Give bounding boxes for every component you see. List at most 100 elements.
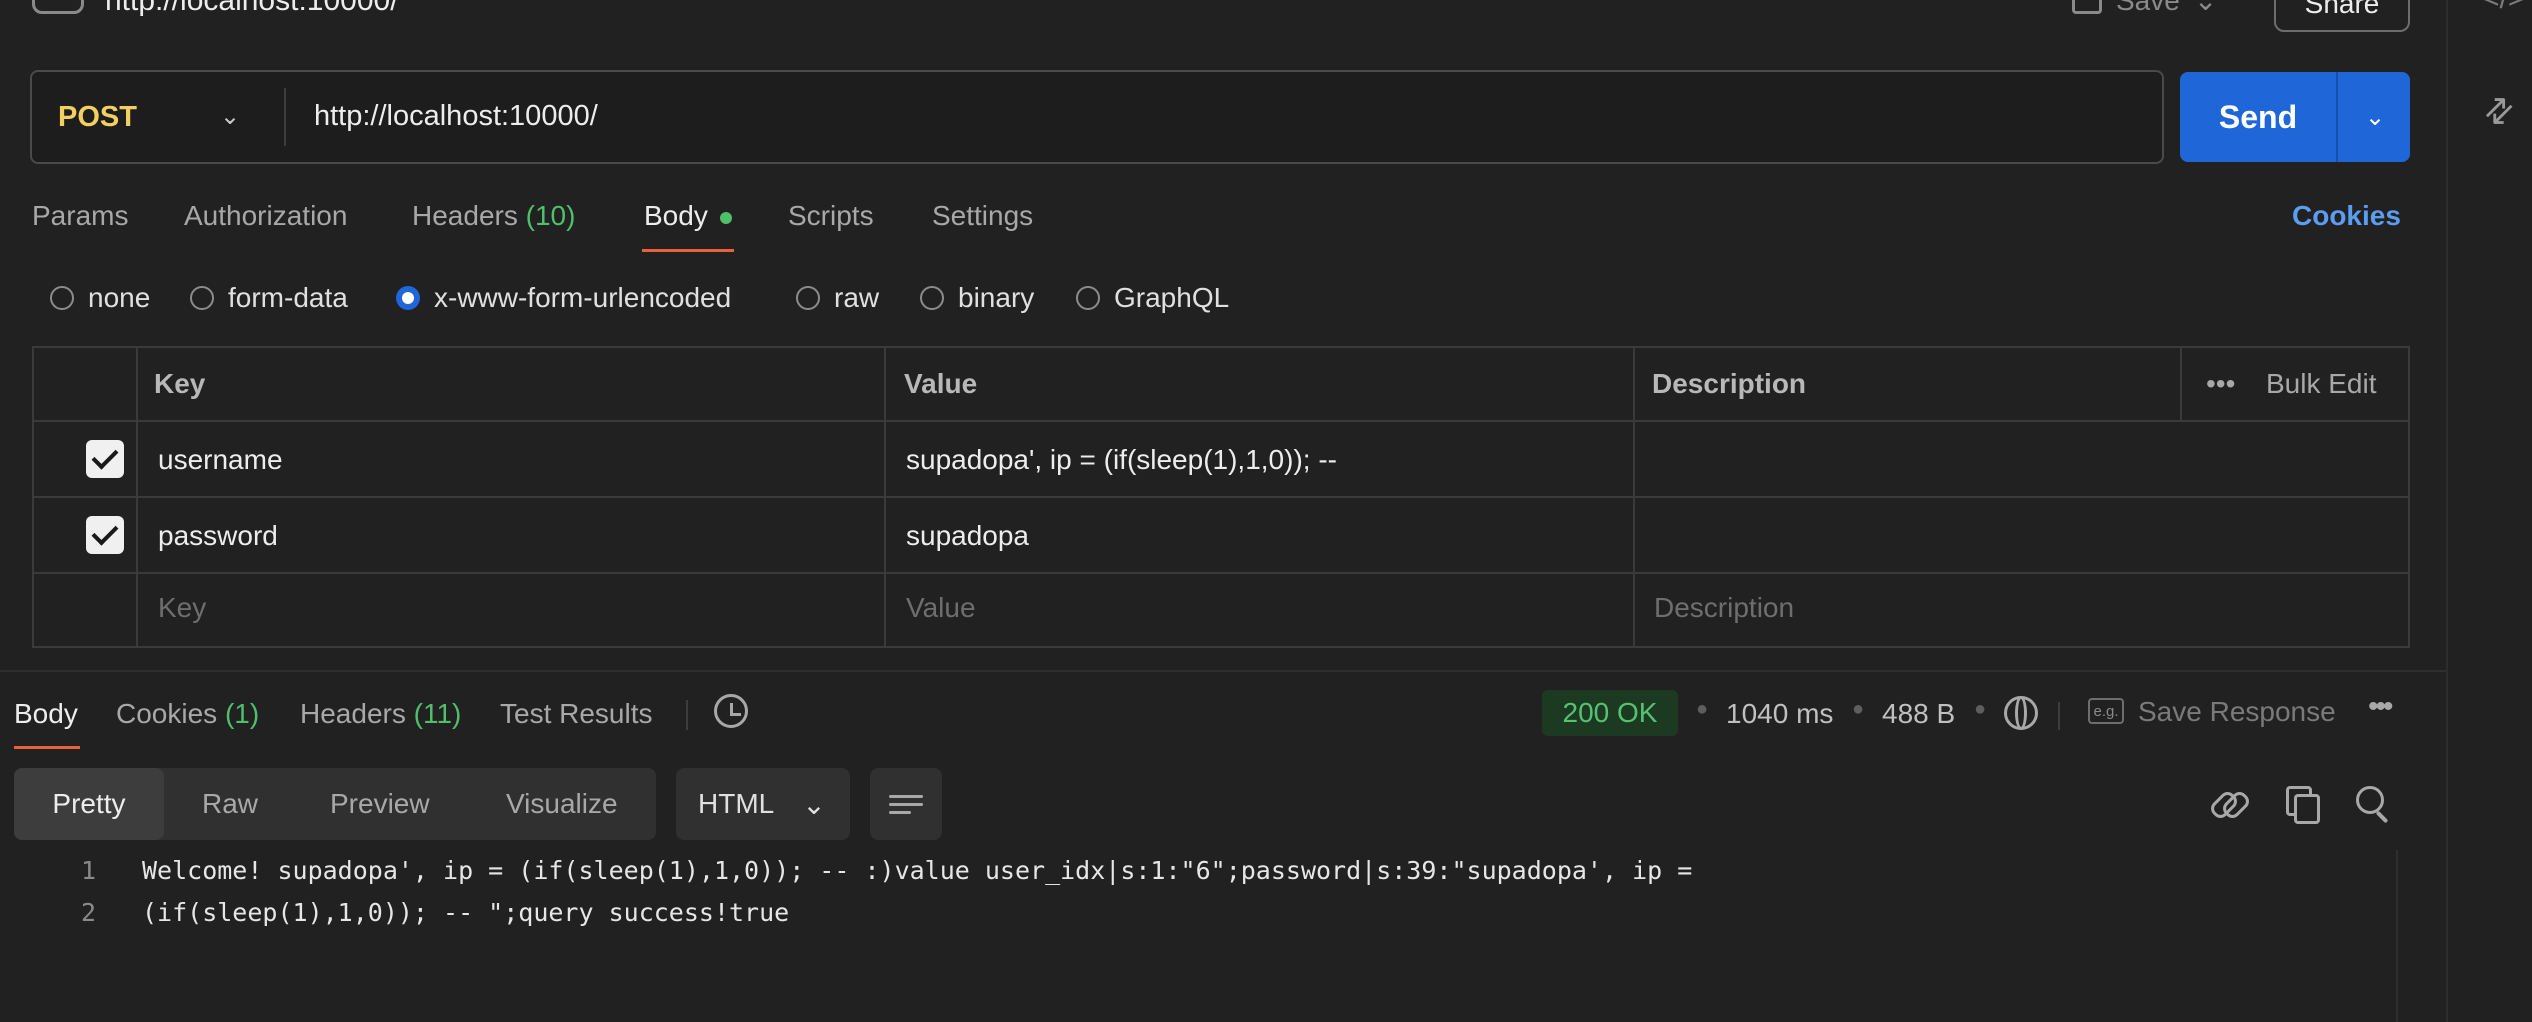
param-value[interactable]: supadopa', ip = (if(sleep(1),1,0)); --: [906, 444, 1337, 476]
format-select[interactable]: HTML ⌄: [676, 768, 850, 840]
radio-raw[interactable]: raw: [796, 282, 879, 314]
new-key-input[interactable]: Key: [158, 592, 206, 624]
tab-scripts[interactable]: Scripts: [788, 200, 874, 232]
save-disk-icon: [2072, 0, 2102, 14]
table-divider: [2180, 346, 2182, 422]
param-key[interactable]: password: [158, 520, 278, 552]
row-checkbox[interactable]: [86, 516, 124, 554]
tab-headers[interactable]: Headers (10): [412, 200, 575, 232]
param-value[interactable]: supadopa: [906, 520, 1029, 552]
radio-urlencoded-label: x-www-form-urlencoded: [434, 282, 732, 313]
copy-icon[interactable]: [2278, 782, 2320, 824]
history-icon[interactable]: [714, 694, 748, 728]
tab-headers-count: (10): [525, 200, 576, 231]
new-value-input[interactable]: Value: [906, 592, 976, 624]
save-dropdown-icon[interactable]: ⌄: [2194, 0, 2217, 17]
method-select[interactable]: POST: [58, 101, 137, 134]
tab-authorization[interactable]: Authorization: [184, 200, 347, 232]
share-button[interactable]: Share: [2274, 0, 2410, 32]
line-number: 2: [80, 898, 96, 927]
radio-none-label: none: [88, 282, 151, 313]
radio-form-data-label: form-data: [228, 282, 348, 313]
response-tab-headers[interactable]: Headers (11): [300, 698, 461, 730]
response-time[interactable]: 1040 ms: [1726, 698, 1833, 730]
meta-separator: [2058, 702, 2060, 730]
separator-dot: ●: [1696, 698, 1709, 720]
globe-icon[interactable]: [2004, 696, 2038, 730]
response-tab-cookies[interactable]: Cookies (1): [116, 698, 259, 730]
radio-icon: [796, 286, 820, 310]
view-mode-raw[interactable]: Raw: [202, 768, 258, 840]
response-line[interactable]: Welcome! supadopa', ip = (if(sleep(1),1,…: [142, 856, 1692, 885]
code-icon[interactable]: </>: [2482, 0, 2525, 16]
line-number: 1: [80, 856, 96, 885]
radio-form-data[interactable]: form-data: [190, 282, 348, 314]
url-divider: [284, 88, 286, 146]
response-tab-test-results[interactable]: Test Results: [500, 698, 653, 730]
scrollbar[interactable]: [2396, 850, 2398, 1022]
view-mode-visualize[interactable]: Visualize: [506, 768, 618, 840]
radio-graphql-label: GraphQL: [1114, 282, 1230, 313]
wrap-lines-icon-line: [889, 802, 923, 806]
radio-urlencoded[interactable]: x-www-form-urlencoded: [396, 282, 731, 314]
url-input[interactable]: http://localhost:10000/: [314, 100, 598, 133]
response-tab-body[interactable]: Body: [14, 698, 78, 730]
column-header-value: Value: [904, 368, 978, 399]
radio-icon: [190, 286, 214, 310]
active-response-tab-indicator: [14, 746, 80, 749]
tab-params[interactable]: Params: [32, 200, 128, 232]
table-row-divider: [32, 420, 2410, 422]
radio-graphql[interactable]: GraphQL: [1076, 282, 1229, 314]
view-mode-preview[interactable]: Preview: [330, 768, 430, 840]
more-options-icon[interactable]: •••: [2368, 690, 2393, 724]
save-label: Save: [2116, 0, 2180, 16]
chevron-down-icon: ⌄: [802, 788, 826, 820]
radio-icon: [1076, 286, 1100, 310]
wrap-lines-icon-line: [889, 810, 911, 814]
search-icon[interactable]: [2350, 782, 2392, 824]
more-options-icon[interactable]: •••: [2206, 368, 2235, 400]
send-button[interactable]: Send: [2180, 72, 2336, 162]
radio-selected-icon: [396, 286, 420, 310]
param-key[interactable]: username: [158, 444, 283, 476]
save-response-button[interactable]: Save Response: [2138, 696, 2336, 728]
wrap-lines-button[interactable]: [870, 768, 942, 840]
table-row-divider: [32, 496, 2410, 498]
expand-icon[interactable]: ⇅: [2474, 88, 2522, 136]
save-button[interactable]: Save ⌄: [2072, 0, 2217, 17]
row-checkbox[interactable]: [86, 440, 124, 478]
wrap-lines-icon: [889, 794, 923, 798]
response-divider: [0, 670, 2446, 672]
new-description-input[interactable]: Description: [1654, 592, 1794, 624]
request-type-icon: [32, 0, 84, 14]
tab-settings[interactable]: Settings: [932, 200, 1033, 232]
response-tab-headers-label: Headers: [300, 698, 406, 729]
separator-dot: ●: [1974, 698, 1987, 720]
response-tab-headers-count: (11): [413, 698, 462, 729]
response-size[interactable]: 488 B: [1882, 698, 1955, 730]
tab-separator: [686, 700, 688, 730]
tab-headers-label: Headers: [412, 200, 518, 231]
response-tab-cookies-count: (1): [224, 698, 260, 729]
radio-none[interactable]: none: [50, 282, 150, 314]
send-divider: [2336, 72, 2338, 162]
status-badge[interactable]: 200 OK: [1542, 690, 1678, 736]
body-modified-dot: [720, 212, 732, 224]
view-mode-pretty[interactable]: Pretty: [14, 768, 164, 840]
send-options-chevron-icon[interactable]: ⌄: [2340, 72, 2410, 162]
chevron-down-icon[interactable]: ⌄: [220, 102, 240, 131]
table-row-divider: [32, 572, 2410, 574]
column-header-description: Description: [1652, 368, 1807, 399]
column-header-key: Key: [154, 368, 206, 399]
bulk-edit-button[interactable]: Bulk Edit: [2266, 368, 2377, 400]
sidebar-divider: [2446, 0, 2448, 1022]
tab-body[interactable]: Body: [644, 200, 708, 232]
active-tab-indicator: [642, 249, 734, 252]
request-title[interactable]: http://localhost:10000/: [105, 0, 399, 18]
separator-dot: ●: [1852, 698, 1865, 720]
radio-raw-label: raw: [834, 282, 880, 313]
link-icon[interactable]: [2206, 782, 2248, 824]
response-line[interactable]: (if(sleep(1),1,0)); -- ";query success!t…: [142, 898, 789, 927]
radio-binary[interactable]: binary: [920, 282, 1034, 314]
cookies-link[interactable]: Cookies: [2292, 200, 2401, 232]
